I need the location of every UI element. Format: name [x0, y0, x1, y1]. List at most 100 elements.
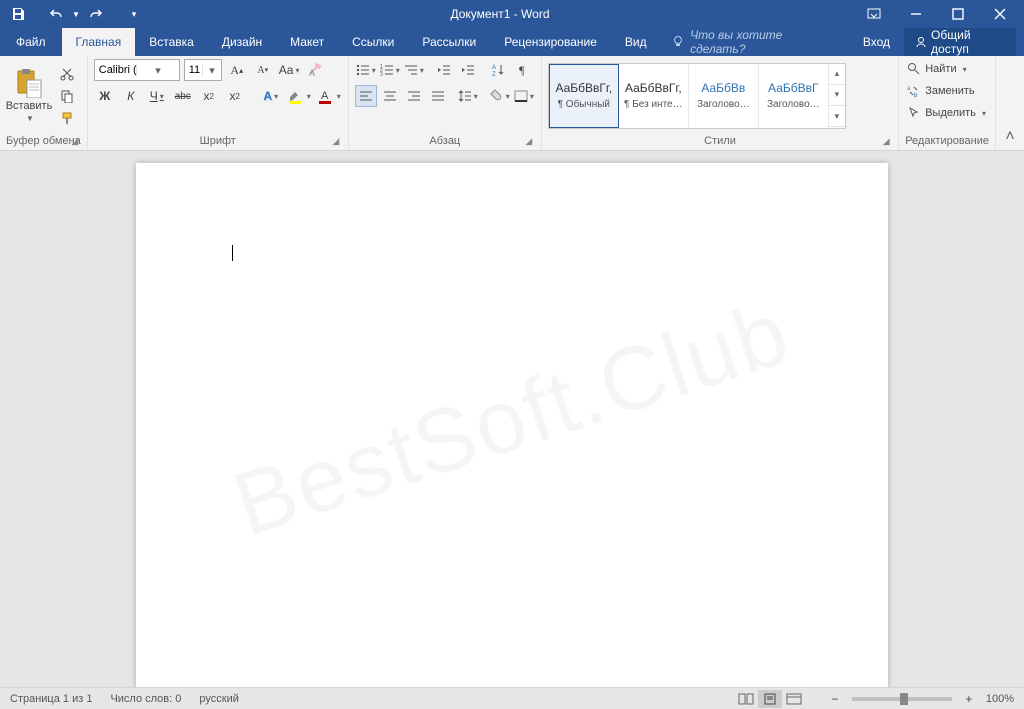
tab-layout[interactable]: Макет — [276, 28, 338, 56]
styles-launcher-icon[interactable]: ◢ — [880, 136, 892, 148]
share-button[interactable]: Общий доступ — [904, 28, 1016, 56]
svg-text:A: A — [492, 65, 496, 71]
svg-text:Z: Z — [492, 72, 496, 77]
tab-view[interactable]: Вид — [611, 28, 661, 56]
group-editing: Найти▾ ab Заменить Выделить▾ Редактирова… — [899, 56, 996, 150]
minimize-button[interactable] — [896, 2, 936, 26]
format-painter-icon[interactable] — [56, 108, 78, 128]
tab-mailings[interactable]: Рассылки — [408, 28, 490, 56]
numbering-icon[interactable]: 123▾ — [379, 59, 401, 81]
bullets-icon[interactable]: ▾ — [355, 59, 377, 81]
line-spacing-icon[interactable]: ▾ — [457, 85, 479, 107]
replace-button[interactable]: ab Заменить — [905, 81, 989, 101]
undo-dropdown-icon[interactable]: ▼ — [70, 2, 82, 26]
font-size-combo[interactable]: 11▾ — [184, 59, 222, 81]
close-button[interactable] — [980, 2, 1020, 26]
change-case-icon[interactable]: Aa▾ — [278, 59, 301, 81]
save-icon[interactable] — [6, 2, 30, 26]
strikethrough-icon[interactable]: abc — [172, 85, 194, 107]
status-page[interactable]: Страница 1 из 1 — [10, 693, 92, 705]
share-icon — [914, 35, 927, 49]
lightbulb-icon — [671, 35, 684, 49]
redo-icon[interactable] — [84, 2, 108, 26]
multilevel-list-icon[interactable]: ▾ — [403, 59, 425, 81]
shading-icon[interactable]: ▾ — [487, 85, 511, 107]
tab-references[interactable]: Ссылки — [338, 28, 408, 56]
read-mode-icon[interactable] — [734, 690, 758, 708]
grow-font-icon[interactable]: A▴ — [226, 59, 248, 81]
group-paragraph: ▾ 123▾ ▾ AZ ¶ ▾ ▾ ▾ Абза — [349, 56, 542, 150]
style-normal[interactable]: АаБбВвГг, ¶ Обычный — [549, 64, 619, 128]
underline-button[interactable]: Ч▾ — [146, 85, 168, 107]
ribbon-display-icon[interactable] — [854, 2, 894, 26]
styles-scroll-up-icon[interactable]: ▴ — [829, 64, 845, 85]
collapse-ribbon-icon[interactable]: ˄ — [996, 56, 1024, 150]
group-label-paragraph: Абзац — [429, 135, 460, 147]
tab-file[interactable]: Файл — [0, 28, 62, 56]
group-label-editing: Редактирование — [905, 135, 989, 147]
superscript-icon[interactable]: x2 — [224, 85, 246, 107]
align-right-icon[interactable] — [403, 85, 425, 107]
shrink-font-icon[interactable]: A▾ — [252, 59, 274, 81]
paste-button[interactable]: Вставить ▼ — [6, 63, 52, 129]
svg-text:b: b — [914, 93, 918, 98]
tab-insert[interactable]: Вставка — [135, 28, 208, 56]
styles-scroll-down-icon[interactable]: ▾ — [829, 85, 845, 106]
maximize-button[interactable] — [938, 2, 978, 26]
svg-text:a: a — [907, 86, 911, 92]
paragraph-launcher-icon[interactable]: ◢ — [523, 136, 535, 148]
zoom-in-icon[interactable]: + — [958, 689, 980, 709]
zoom-level[interactable]: 100% — [986, 693, 1014, 705]
styles-more-icon[interactable]: ▾ — [829, 106, 845, 127]
borders-icon[interactable]: ▾ — [513, 85, 535, 107]
copy-icon[interactable] — [56, 86, 78, 106]
font-color-icon[interactable]: A▾ — [316, 85, 342, 107]
tab-review[interactable]: Рецензирование — [490, 28, 611, 56]
cut-icon[interactable] — [56, 64, 78, 84]
clear-formatting-icon[interactable]: A — [304, 59, 326, 81]
bold-button[interactable]: Ж — [94, 85, 116, 107]
select-icon — [907, 106, 921, 120]
tab-design[interactable]: Дизайн — [208, 28, 276, 56]
align-left-icon[interactable] — [355, 85, 377, 107]
document-page[interactable] — [136, 163, 888, 687]
clipboard-launcher-icon[interactable]: ◢ — [69, 136, 81, 148]
svg-text:A: A — [321, 90, 329, 102]
print-layout-icon[interactable] — [758, 690, 782, 708]
web-layout-icon[interactable] — [782, 690, 806, 708]
subscript-icon[interactable]: x2 — [198, 85, 220, 107]
zoom-out-icon[interactable]: − — [824, 689, 846, 709]
undo-icon[interactable] — [44, 2, 68, 26]
status-language[interactable]: русский — [199, 693, 238, 705]
text-effects-icon[interactable]: A▾ — [260, 85, 282, 107]
ribbon-tabs: Файл Главная Вставка Дизайн Макет Ссылки… — [0, 28, 1024, 56]
tab-home[interactable]: Главная — [62, 28, 136, 56]
style-heading1[interactable]: АаБбВв Заголово… — [689, 64, 759, 128]
style-heading2[interactable]: АаБбВвГ Заголово… — [759, 64, 829, 128]
sort-icon[interactable]: AZ — [487, 59, 509, 81]
font-name-combo[interactable]: Calibri (Осно▾ — [94, 59, 180, 81]
select-button[interactable]: Выделить▾ — [905, 103, 989, 123]
show-marks-icon[interactable]: ¶ — [511, 59, 533, 81]
group-label-styles: Стили — [704, 135, 736, 147]
decrease-indent-icon[interactable] — [433, 59, 455, 81]
find-button[interactable]: Найти▾ — [905, 59, 989, 79]
align-center-icon[interactable] — [379, 85, 401, 107]
document-area[interactable]: BestSoft.Club — [0, 151, 1024, 687]
status-word-count[interactable]: Число слов: 0 — [110, 693, 181, 705]
italic-button[interactable]: К — [120, 85, 142, 107]
justify-icon[interactable] — [427, 85, 449, 107]
svg-text:3: 3 — [380, 72, 383, 76]
qat-customize-icon[interactable]: ▾ — [122, 2, 146, 26]
styles-gallery: АаБбВвГг, ¶ Обычный АаБбВвГг, ¶ Без инте… — [548, 63, 846, 129]
clipboard-icon — [15, 68, 43, 98]
highlight-icon[interactable]: ▾ — [286, 85, 312, 107]
font-launcher-icon[interactable]: ◢ — [330, 136, 342, 148]
increase-indent-icon[interactable] — [457, 59, 479, 81]
tell-me-search[interactable]: Что вы хотите сделать? — [661, 28, 845, 56]
group-clipboard: Вставить ▼ Буфер обмена◢ — [0, 56, 88, 150]
zoom-slider[interactable] — [852, 697, 952, 701]
style-no-spacing[interactable]: АаБбВвГг, ¶ Без инте… — [619, 64, 689, 128]
signin-button[interactable]: Вход — [853, 35, 900, 49]
ribbon: Вставить ▼ Буфер обмена◢ Calibri (Осно▾ — [0, 56, 1024, 151]
